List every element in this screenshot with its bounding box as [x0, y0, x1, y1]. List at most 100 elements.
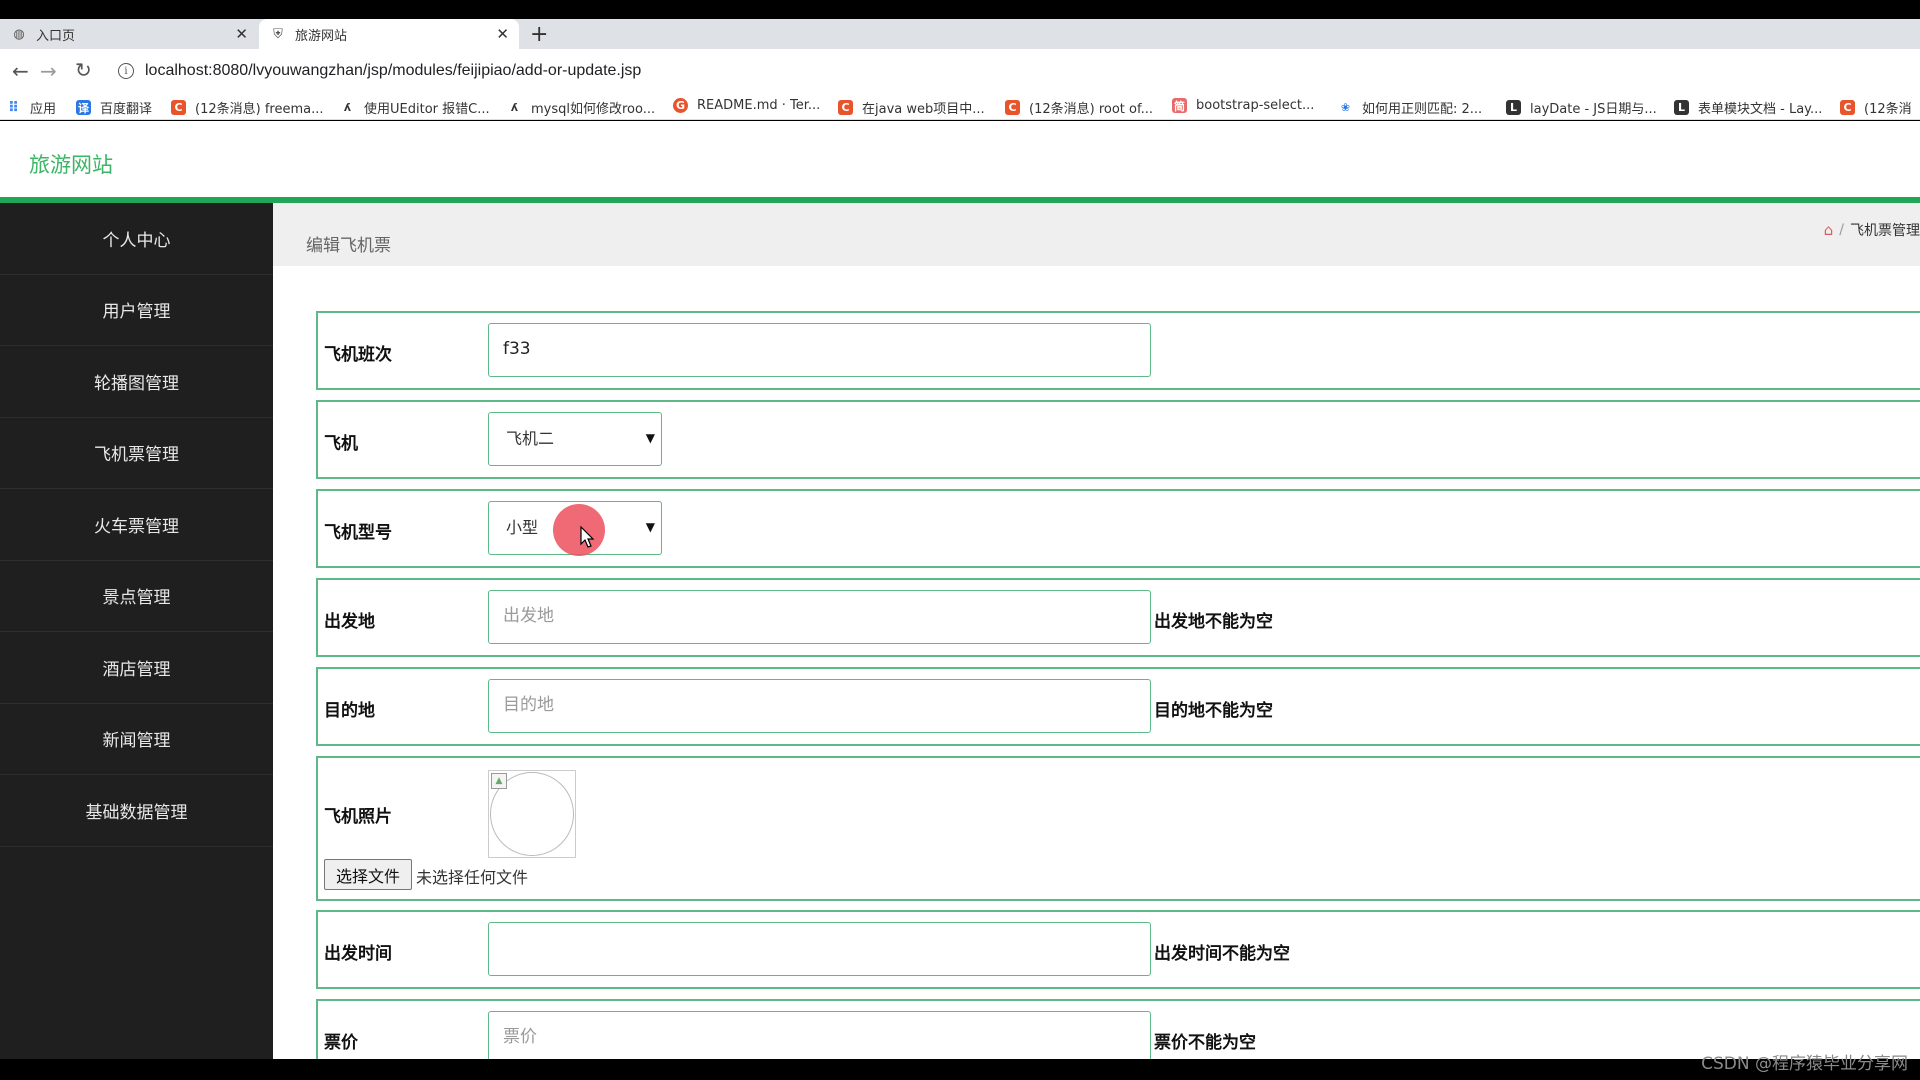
browser-tab-active[interactable]: ⛨ 旅游网站 ✕ [259, 19, 519, 49]
screen: ◍ 入口页 ✕ ⛨ 旅游网站 ✕ + ← → ↻ i localhost:808… [0, 0, 1920, 1080]
plane-label: 飞机 [324, 434, 358, 454]
click-highlight [553, 504, 605, 556]
bookmark-item[interactable]: ʎ mysql如何修改roo... [507, 98, 655, 117]
form-row-flight-no: 飞机班次 f33 [316, 311, 1920, 390]
main-content: 编辑飞机票 ⌂ / 飞机票管理 飞机班次 f33 飞机 飞机二 ▼ 飞机型号 小… [273, 203, 1920, 1059]
photo-label: 飞机照片 [324, 807, 392, 827]
bookmark-item[interactable]: G README.md · Ter... [673, 98, 820, 113]
gitee-icon: G [673, 98, 688, 113]
page-title: 编辑飞机票 [306, 236, 391, 256]
form-row-destination: 目的地 目的地 目的地不能为空 [316, 667, 1920, 746]
sidebar-item-carousel[interactable]: 轮播图管理 [0, 346, 273, 418]
baidu-icon: ❀ [1340, 101, 1351, 114]
departure-error: 出发地不能为空 [1154, 612, 1273, 632]
plane-select-value: 飞机二 [506, 429, 555, 448]
price-error: 票价不能为空 [1154, 1033, 1256, 1053]
breadcrumb: ⌂ / 飞机票管理 [1824, 220, 1920, 240]
sidebar-item-profile[interactable]: 个人中心 [0, 203, 273, 275]
reload-icon[interactable]: ↻ [75, 58, 92, 82]
csdn-icon: C [1005, 100, 1020, 115]
app-logo[interactable]: 旅游网站 [29, 149, 113, 179]
browser-tab-bar: ◍ 入口页 ✕ ⛨ 旅游网站 ✕ + [0, 19, 1920, 49]
tab-title: 旅游网站 [295, 28, 348, 44]
flight-no-input[interactable]: f33 [488, 323, 1151, 377]
doc-icon: 简 [1172, 98, 1187, 113]
link-icon: ʎ [343, 101, 352, 114]
bookmarks-bar: ⠿ 应用 译百度翻译 C (12条消息) freema... ʎ 使用UEditor … [0, 94, 1920, 120]
form-row-price: 票价 票价 票价不能为空 [316, 999, 1920, 1059]
home-icon[interactable]: ⌂ [1824, 221, 1834, 239]
apps-grid-icon: ⠿ [8, 99, 19, 116]
chevron-down-icon: ▼ [645, 431, 655, 445]
sidebar-item-train-tickets[interactable]: 火车票管理 [0, 489, 273, 561]
destination-input[interactable]: 目的地 [488, 679, 1151, 733]
browser-tab-entry[interactable]: ◍ 入口页 ✕ [0, 19, 258, 49]
app-header: 旅游网站 [0, 121, 1920, 197]
shield-icon: ⛨ [273, 26, 283, 42]
destination-label: 目的地 [324, 701, 375, 721]
globe-icon: ◍ [13, 26, 25, 42]
page-header: 编辑飞机票 ⌂ / 飞机票管理 [273, 203, 1920, 266]
sidebar-item-attractions[interactable]: 景点管理 [0, 561, 273, 632]
sidebar-item-base-data[interactable]: 基础数据管理 [0, 775, 273, 847]
back-arrow-icon[interactable]: ← [12, 59, 29, 83]
site-info-icon[interactable]: i [118, 63, 134, 79]
close-tab-icon[interactable]: ✕ [496, 25, 509, 43]
form-row-photo: 飞机照片 ▲ 选择文件 未选择任何文件 [316, 756, 1920, 901]
sidebar: 个人中心 用户管理 轮播图管理 飞机票管理 火车票管理 景点管理 酒店管理 新闻… [0, 203, 273, 1059]
destination-error: 目的地不能为空 [1154, 701, 1273, 721]
chevron-down-icon: ▼ [645, 520, 655, 534]
address-bar[interactable]: localhost:8080/lvyouwangzhan/jsp/modules… [145, 62, 641, 80]
depart-time-error: 出发时间不能为空 [1154, 944, 1290, 964]
forward-arrow-icon[interactable]: → [40, 59, 57, 83]
sidebar-item-users[interactable]: 用户管理 [0, 275, 273, 346]
sidebar-item-flight-tickets[interactable]: 飞机票管理 [0, 418, 273, 489]
plane-type-label: 飞机型号 [324, 523, 392, 543]
bookmark-item[interactable]: ❀ 如何用正则匹配: 2... [1338, 98, 1482, 117]
close-tab-icon[interactable]: ✕ [235, 25, 248, 43]
depart-time-input[interactable] [488, 922, 1151, 976]
csdn-icon: C [1840, 100, 1855, 115]
plane-type-select-value: 小型 [506, 518, 539, 537]
breadcrumb-current: 飞机票管理 [1850, 223, 1920, 239]
broken-image-icon: ▲ [491, 773, 507, 789]
csdn-icon: C [838, 100, 853, 115]
form-row-departure: 出发地 出发地 出发地不能为空 [316, 578, 1920, 657]
departure-input[interactable]: 出发地 [488, 590, 1151, 644]
form-row-depart-time: 出发时间 出发时间不能为空 [316, 910, 1920, 989]
bookmark-item[interactable]: 译百度翻译 [76, 98, 152, 117]
bookmark-item[interactable]: C (12条消息) root of... [1005, 98, 1153, 117]
bookmark-item[interactable]: C 在java web项目中... [838, 98, 985, 117]
bookmark-item[interactable]: LlayDate - JS日期与... [1506, 98, 1657, 117]
sidebar-item-news[interactable]: 新闻管理 [0, 704, 273, 775]
bookmark-item[interactable]: 简 bootstrap-select... [1172, 98, 1314, 113]
bookmark-item[interactable]: L 表单模块文档 - Lay... [1674, 98, 1822, 117]
price-label: 票价 [324, 1033, 358, 1053]
watermark: CSDN @程序猿毕业分享网 [1701, 1054, 1908, 1074]
photo-preview: ▲ [488, 770, 576, 858]
sidebar-item-hotels[interactable]: 酒店管理 [0, 632, 273, 704]
bookmark-item[interactable]: C (12条消 [1840, 98, 1912, 117]
choose-file-button[interactable]: 选择文件 [324, 859, 412, 890]
link-icon: ʎ [510, 101, 519, 114]
departure-label: 出发地 [324, 612, 375, 632]
tab-title: 入口页 [36, 28, 76, 44]
browser-toolbar: ← → ↻ i localhost:8080/lvyouwangzhan/jsp… [0, 49, 1920, 94]
flight-no-label: 飞机班次 [324, 345, 392, 365]
layui-icon: L [1506, 100, 1521, 115]
depart-time-label: 出发时间 [324, 944, 392, 964]
bookmark-item[interactable]: C (12条消息) freema... [171, 98, 323, 117]
price-input[interactable]: 票价 [488, 1011, 1151, 1059]
app-page: 旅游网站 个人中心 用户管理 轮播图管理 飞机票管理 火车票管理 景点管理 酒店… [0, 121, 1920, 1059]
form-row-plane: 飞机 飞机二 ▼ [316, 400, 1920, 479]
file-status-text: 未选择任何文件 [416, 868, 529, 887]
plane-select[interactable]: 飞机二 ▼ [488, 412, 662, 466]
baidu-translate-icon: 译 [76, 100, 91, 115]
new-tab-button[interactable]: + [530, 22, 548, 47]
layui-icon: L [1674, 100, 1689, 115]
csdn-icon: C [171, 100, 186, 115]
mouse-cursor-icon [580, 526, 595, 548]
breadcrumb-separator: / [1839, 222, 1844, 238]
bookmark-item[interactable]: ʎ 使用UEditor 报错C... [340, 98, 490, 117]
bookmark-apps[interactable]: ⠿ 应用 [6, 98, 56, 118]
